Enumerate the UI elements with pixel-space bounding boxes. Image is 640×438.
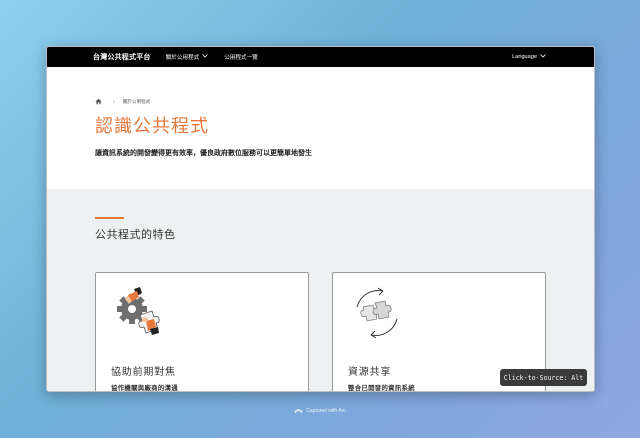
breadcrumb-current: 關於公用程式: [122, 98, 151, 104]
capture-footer: Captured with Arc: [0, 407, 640, 414]
feature-card-title: 資源共享: [348, 367, 392, 378]
nav-item-label: 公用程式一覽: [224, 55, 258, 61]
arc-logo-icon: [294, 407, 303, 414]
section-accent-bar: [95, 217, 124, 219]
features-section: 公共程式的特色 協助前期對焦 協作機關與廠商的溝通 資源共享 整合已開發的資訊系…: [47, 189, 594, 391]
language-label: Language: [512, 54, 537, 60]
nav-item-label: 關於公用程式: [165, 55, 200, 61]
feature-card-title: 協助前期對焦: [111, 367, 176, 378]
home-icon[interactable]: [95, 98, 102, 105]
chevron-down-icon: [540, 54, 546, 60]
chevron-down-icon: [202, 54, 208, 60]
feature-card[interactable]: 協助前期對焦 協作機關與廠商的溝通: [95, 272, 309, 392]
feature-card-desc: 協作機關與廠商的溝通: [111, 385, 178, 392]
click-to-source-tooltip: Click-to-Source: Alt: [500, 369, 587, 386]
puzzle-recycle-icon: [347, 285, 409, 343]
breadcrumb-separator: ›: [113, 98, 115, 105]
language-menu[interactable]: Language: [512, 47, 546, 67]
page-title: 認識公共程式: [95, 116, 209, 137]
puzzle-gear-icon: [110, 285, 172, 343]
hero-section: › 關於公用程式 認識公共程式 讓資訊系統的開發變得更有效率，優良政府數位服務可…: [47, 67, 594, 189]
site-brand[interactable]: 台灣公共程式平台: [93, 52, 151, 62]
feature-card-desc: 整合已開發的資訊系統: [348, 385, 415, 392]
capture-footer-text: Captured with Arc: [306, 407, 346, 414]
top-navbar: 台灣公共程式平台 關於公用程式 公用程式一覽 Language: [47, 47, 594, 67]
section-title: 公共程式的特色: [95, 228, 176, 241]
breadcrumb: › 關於公用程式: [95, 98, 150, 105]
page-subtitle: 讓資訊系統的開發變得更有效率，優良政府數位服務可以更簡單地發生: [95, 150, 312, 157]
nav-item-about[interactable]: 關於公用程式: [166, 53, 209, 61]
browser-window: 台灣公共程式平台 關於公用程式 公用程式一覽 Language › 關於公用程式…: [46, 46, 595, 392]
nav-item-list[interactable]: 公用程式一覽: [224, 53, 258, 61]
